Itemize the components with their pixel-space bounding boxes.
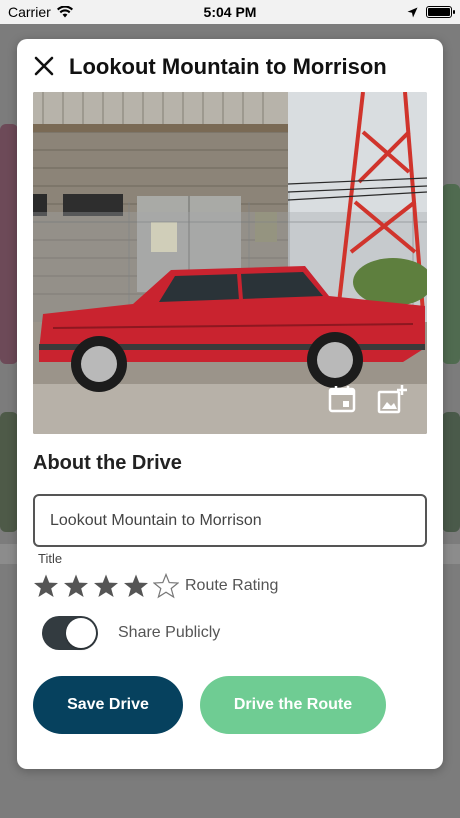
background-card (442, 184, 460, 364)
modal-title: Lookout Mountain to Morrison (69, 54, 387, 79)
drive-the-route-button[interactable]: Drive the Route (200, 676, 386, 734)
star-filled-icon[interactable] (93, 573, 119, 599)
background-card (0, 124, 18, 364)
section-title: About the Drive (33, 452, 182, 474)
star-filled-icon[interactable] (63, 573, 89, 599)
battery-icon (426, 6, 455, 18)
drive-photo (33, 92, 427, 434)
add-image-icon[interactable] (377, 384, 407, 414)
save-drive-button[interactable]: Save Drive (33, 676, 183, 734)
toggle-knob (66, 618, 96, 648)
close-icon[interactable] (33, 55, 55, 77)
status-bar: Carrier 5:04 PM (0, 0, 460, 24)
star-filled-icon[interactable] (33, 573, 59, 599)
share-publicly-row: Share Publicly (42, 616, 220, 650)
carrier-label: Carrier (8, 4, 51, 20)
title-caption: Title (38, 551, 63, 566)
wifi-icon (56, 6, 73, 18)
route-rating: Route Rating (33, 571, 278, 601)
status-right (407, 6, 455, 18)
rating-label: Route Rating (185, 577, 279, 594)
drive-detail-modal: Lookout Mountain to Morrison About the D… (17, 39, 443, 769)
share-publicly-label: Share Publicly (118, 624, 221, 641)
status-left: Carrier (8, 4, 73, 20)
title-input[interactable] (33, 494, 427, 547)
background-card (442, 412, 460, 532)
battery-fill (428, 8, 450, 16)
background-card (0, 412, 18, 532)
star-filled-icon[interactable] (123, 573, 149, 599)
modal-header: Lookout Mountain to Morrison (17, 39, 443, 93)
star-empty-icon[interactable] (153, 573, 179, 599)
calendar-icon[interactable] (327, 384, 357, 414)
car-photo-illustration (33, 92, 427, 434)
share-publicly-toggle[interactable] (42, 616, 98, 650)
location-arrow-icon (407, 7, 418, 17)
